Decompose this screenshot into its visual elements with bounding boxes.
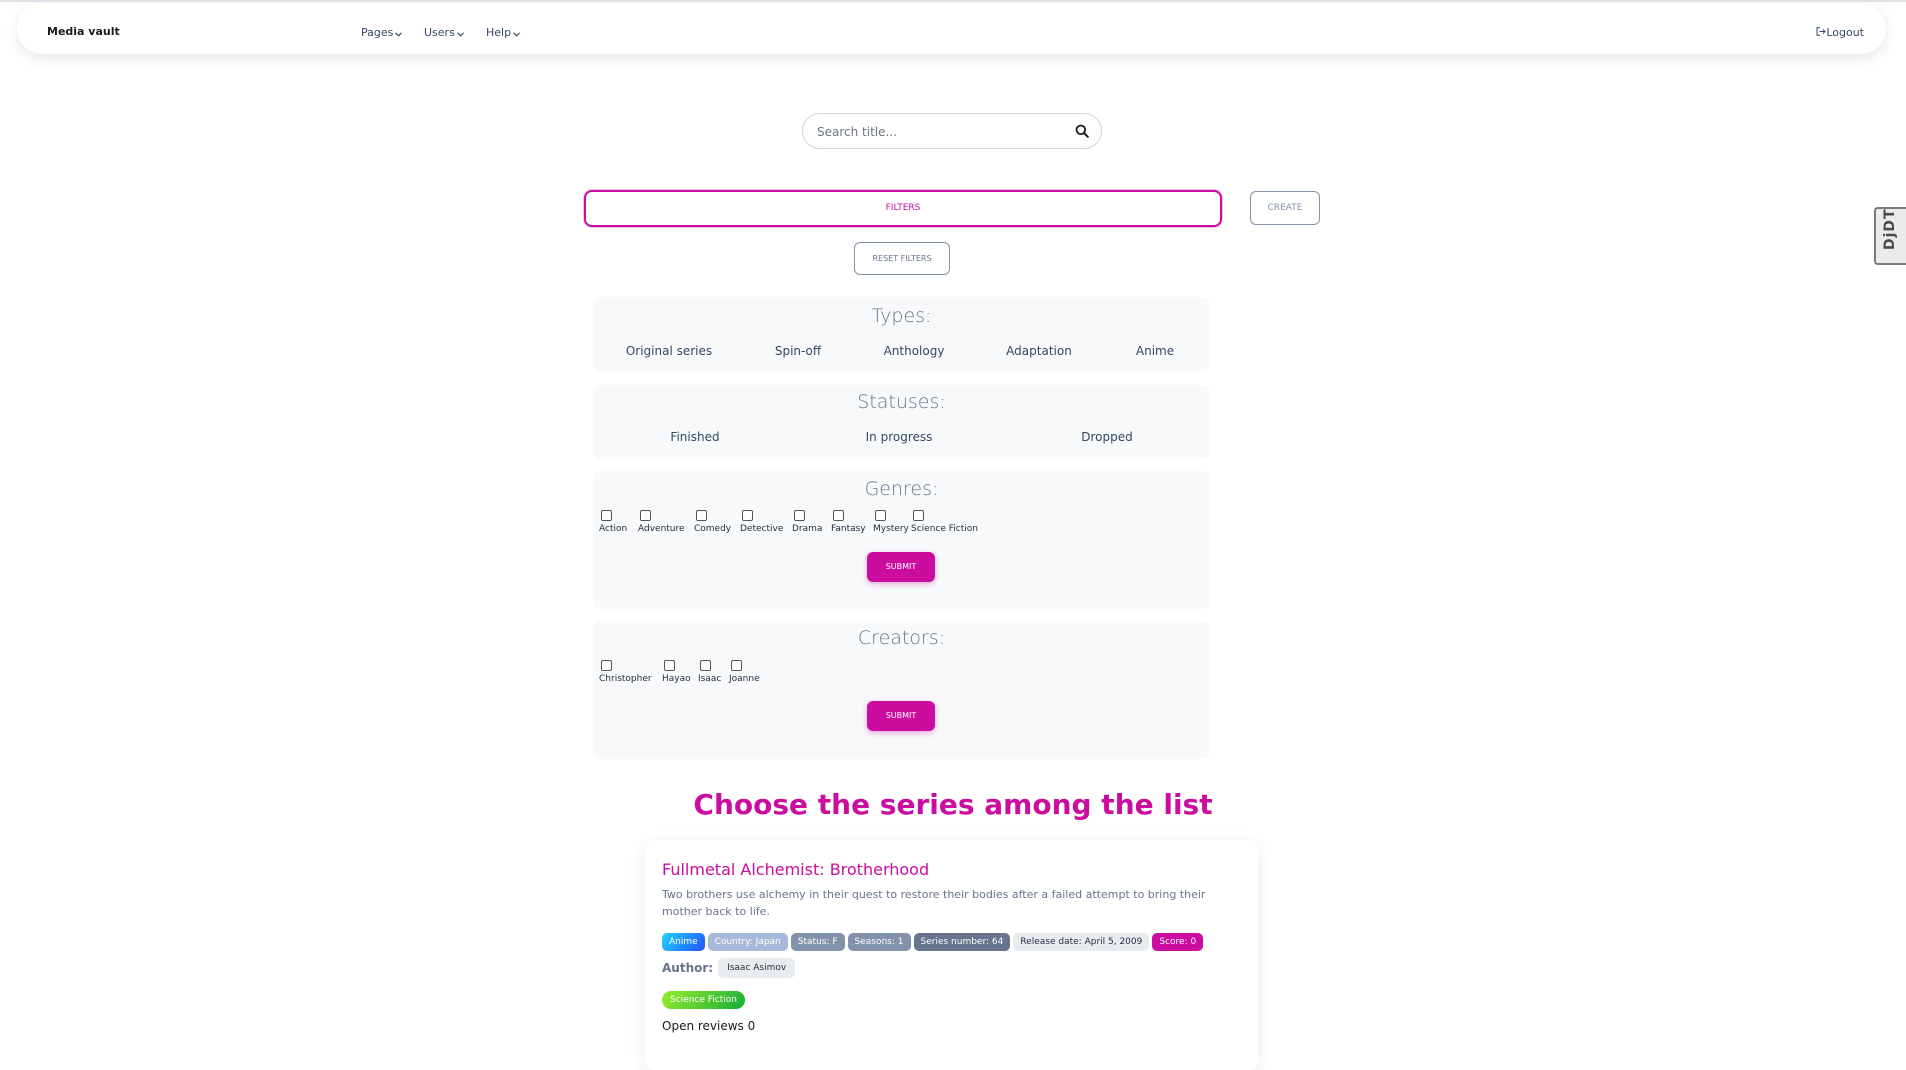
creators-panel: Creators: Christopher Hayao Isaac Joanne… (593, 621, 1210, 759)
genres-title: Genres: (864, 478, 939, 500)
genre-checkbox-drama[interactable]: Drama (792, 510, 822, 534)
creators-checkbox-group: Christopher Hayao Isaac Joanne (599, 660, 1199, 686)
genres-panel: Genres: Action Adventure Comedy Detectiv… (593, 471, 1210, 609)
type-option-anthology[interactable]: Anthology (884, 344, 945, 358)
checkbox[interactable] (601, 510, 612, 521)
genre-label: Drama (792, 524, 823, 534)
creator-checkbox-joanne[interactable]: Joanne (729, 660, 760, 684)
logout-label: Logout (1826, 26, 1864, 39)
author-row: Author: Isaac Asimov (662, 958, 796, 978)
genre-label: Comedy (694, 524, 732, 534)
type-badge: Anime (662, 933, 705, 951)
genre-checkbox-mystery[interactable]: Mystery (873, 510, 909, 534)
genre-checkbox-adventure[interactable]: Adventure (638, 510, 685, 534)
type-option-spin-off[interactable]: Spin-off (775, 344, 821, 358)
genre-checkbox-fantasy[interactable]: Fantasy (831, 510, 866, 534)
genre-label: Adventure (638, 524, 685, 534)
release-date-badge: Release date: April 5, 2009 (1013, 933, 1150, 951)
genre-label: Mystery (873, 524, 909, 534)
checkbox[interactable] (742, 510, 753, 521)
nav-users-label: Users (424, 26, 455, 39)
genres-submit-button[interactable]: SUBMIT (867, 552, 935, 582)
genre-label: Detective (740, 524, 784, 534)
chevron-down-icon (456, 27, 464, 40)
series-number-badge: Series number: 64 (913, 933, 1011, 951)
creator-checkbox-isaac[interactable]: Isaac (698, 660, 721, 684)
creators-title: Creators: (857, 627, 946, 649)
types-panel: Types: Original series Spin-off Antholog… (593, 297, 1210, 372)
series-title-link[interactable]: Fullmetal Alchemist: Brotherhood (662, 860, 929, 879)
reset-filters-button[interactable]: RESET FILTERS (854, 242, 950, 275)
checkbox[interactable] (794, 510, 805, 521)
open-reviews-link[interactable]: Open reviews 0 (662, 1019, 755, 1033)
genre-checkbox-action[interactable]: Action (599, 510, 627, 534)
nav-help-label: Help (486, 26, 512, 39)
author-label: Author: (662, 961, 714, 975)
chevron-down-icon (513, 27, 520, 40)
genre-label: Science Fiction (911, 524, 978, 534)
logout-icon (1816, 26, 1827, 39)
filters-button[interactable]: FILTERS (584, 190, 1222, 227)
statuses-panel: Statuses: Finished In progress Dropped (593, 385, 1210, 459)
type-option-original-series[interactable]: Original series (626, 344, 712, 358)
nav-pages-label: Pages (361, 26, 394, 39)
series-description: Two brothers use alchemy in their quest … (662, 888, 1206, 918)
author-badge: Isaac Asimov (718, 958, 796, 978)
creator-label: Christopher (599, 674, 652, 684)
statuses-title: Statuses: (857, 391, 946, 413)
checkbox[interactable] (875, 510, 886, 521)
search-icon[interactable] (1075, 123, 1089, 142)
navbar: Media vault Pages Users Help Logout (17, 4, 1886, 54)
checkbox[interactable] (640, 510, 651, 521)
checkbox[interactable] (731, 660, 742, 671)
checkbox[interactable] (696, 510, 707, 521)
genre-checkbox-science-fiction[interactable]: Science Fiction (911, 510, 978, 534)
creator-checkbox-hayao[interactable]: Hayao (662, 660, 691, 684)
debug-toolbar-label: DjDT (1882, 208, 1898, 250)
creator-label: Hayao (662, 674, 691, 684)
creators-submit-button[interactable]: SUBMIT (867, 701, 935, 731)
genre-checkbox-detective[interactable]: Detective (740, 510, 783, 534)
brand-link[interactable]: Media vault (47, 25, 120, 38)
genres-checkbox-group: Action Adventure Comedy Detective Drama … (599, 510, 1199, 536)
seasons-badge: Seasons: 1 (847, 933, 911, 951)
genre-checkbox-comedy[interactable]: Comedy (694, 510, 731, 534)
nav-pages-dropdown[interactable]: Pages (361, 26, 403, 40)
checkbox[interactable] (601, 660, 612, 671)
search-input[interactable] (815, 122, 1059, 142)
status-badge: Status: F (790, 933, 845, 951)
create-button[interactable]: CREATE (1250, 191, 1320, 225)
chevron-down-icon (395, 27, 403, 40)
series-card: Fullmetal Alchemist: Brotherhood Two bro… (645, 840, 1258, 1070)
status-option-finished[interactable]: Finished (670, 430, 719, 444)
types-title: Types: (871, 305, 932, 327)
score-badge: Score: 0 (1152, 933, 1204, 951)
genre-label: Action (599, 524, 628, 534)
creator-checkbox-christopher[interactable]: Christopher (599, 660, 652, 684)
top-border (0, 0, 1906, 2)
creator-label: Joanne (729, 674, 760, 684)
genre-label: Fantasy (831, 524, 866, 534)
logout-link[interactable]: Logout (1816, 26, 1864, 39)
type-option-adaptation[interactable]: Adaptation (1006, 344, 1072, 358)
series-list-heading: Choose the series among the list (693, 788, 1213, 821)
nav-help-dropdown[interactable]: Help (486, 26, 520, 40)
nav-users-dropdown[interactable]: Users (424, 26, 464, 40)
country-badge: Country: Japan (707, 933, 788, 951)
checkbox[interactable] (913, 510, 924, 521)
search-box (802, 113, 1102, 149)
status-option-dropped[interactable]: Dropped (1081, 430, 1133, 444)
creator-label: Isaac (698, 674, 722, 684)
genre-badge: Science Fiction (662, 991, 745, 1009)
type-option-anime[interactable]: Anime (1136, 344, 1174, 358)
checkbox[interactable] (664, 660, 675, 671)
series-badges: Anime Country: Japan Status: F Seasons: … (662, 933, 1204, 951)
checkbox[interactable] (833, 510, 844, 521)
checkbox[interactable] (700, 660, 711, 671)
status-option-in-progress[interactable]: In progress (866, 430, 933, 444)
